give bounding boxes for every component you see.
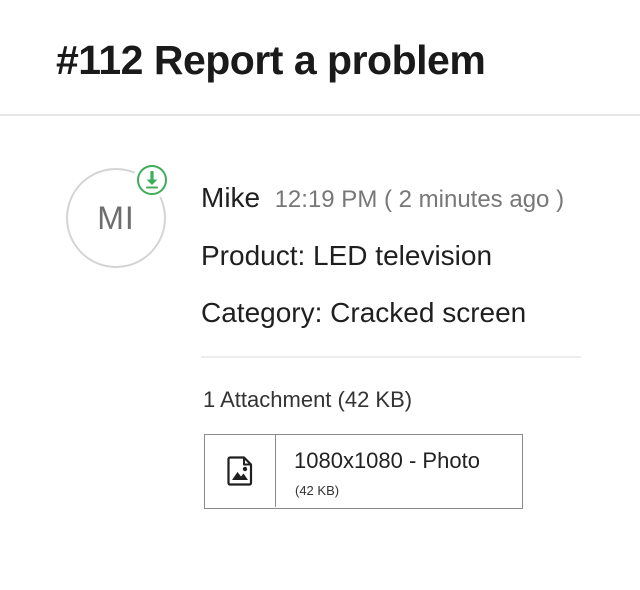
attachment-heading: 1 Attachment (42 KB) [203,387,413,412]
message-line-category: Category: Cracked screen [201,297,527,328]
message-line-product: Product: LED television [201,240,493,271]
attachment-size: (42 KB) [295,483,340,498]
author-name[interactable]: Mike [201,182,260,213]
attachment-card[interactable]: 1080x1080 - Photo (42 KB) [204,434,523,509]
incoming-arrow-icon [133,161,171,199]
attachment-name: 1080x1080 - Photo [294,448,480,473]
message-timestamp: 12:19 PM ( 2 minutes ago ) [274,186,565,213]
avatar-initials: MI [97,199,135,236]
image-file-icon [205,435,276,507]
message-meta: Mike 12:19 PM ( 2 minutes ago ) [201,182,564,214]
divider [201,356,581,358]
ticket-header: #112 Report a problem [0,0,640,116]
ticket-title: #112 Report a problem [56,37,486,83]
